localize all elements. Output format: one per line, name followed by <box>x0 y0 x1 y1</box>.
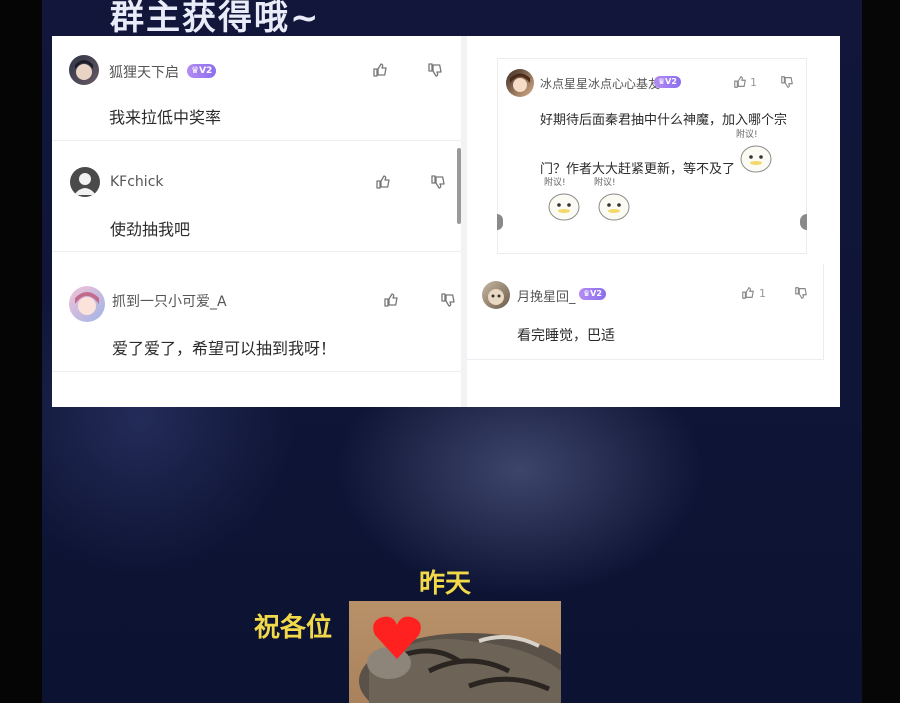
page-title: 群主获得哦~ <box>110 0 321 38</box>
avatar[interactable] <box>506 69 534 97</box>
caption-word-yesterday: 昨天 <box>419 569 472 599</box>
username[interactable]: 月挽星回_ <box>517 286 576 305</box>
sticker: 附议! <box>542 177 588 223</box>
scroll-marker-right <box>800 214 807 230</box>
avatar[interactable] <box>70 167 100 197</box>
username[interactable]: 狐狸天下启 <box>109 62 179 82</box>
thumbs-up-icon[interactable] <box>733 75 747 89</box>
thumbs-up-icon[interactable] <box>383 292 399 308</box>
comment-text: 我来拉低中奖率 <box>109 108 222 127</box>
anime-avatar-icon <box>510 73 530 92</box>
username[interactable]: 抓到一只小可爱_A <box>112 291 227 311</box>
username[interactable]: 冰点星星冰点心心基友 <box>540 75 660 92</box>
thumbs-down-icon[interactable] <box>427 62 443 78</box>
level-badge: ♛V2 <box>654 76 681 88</box>
default-user-icon <box>74 173 96 195</box>
comment-text-line-2: 门？作者大大赶紧更新，等不及了 <box>540 162 736 177</box>
avatar[interactable] <box>69 286 105 322</box>
thumbs-down-icon[interactable] <box>780 75 794 89</box>
anime-avatar-icon <box>75 292 99 315</box>
heart-icon <box>373 616 421 659</box>
avatar[interactable] <box>482 281 510 309</box>
left-border <box>0 0 42 703</box>
thumbs-down-icon[interactable] <box>440 292 456 308</box>
username[interactable]: KFchick <box>110 174 164 190</box>
like-count: 1 <box>750 76 757 89</box>
comment-card: 月挽星回_ ♛V2 1 看完睡觉，巴适 <box>467 264 824 360</box>
sticker: 附议! <box>592 177 638 223</box>
comment-text-line-1: 好期待后面秦君抽中什么神魔，加入哪个宗 <box>540 113 788 128</box>
comment-card: 抓到一只小可爱_A 爱了爱了，希望可以抽到我呀！ <box>52 264 461 372</box>
comment-text: 看完睡觉，巴适 <box>517 328 615 344</box>
thumbs-up-icon[interactable] <box>372 62 388 78</box>
caption-word-greeting: 祝各位 <box>254 613 333 643</box>
comment-card: 冰点星星冰点心心基友 ♛V2 1 好期待后面秦君抽中什么神魔，加入哪个宗 门？作… <box>497 58 807 254</box>
thumbs-down-icon[interactable] <box>794 286 808 300</box>
level-badge: ♛V2 <box>187 64 217 78</box>
thumbs-up-icon[interactable] <box>375 174 391 190</box>
right-border <box>862 0 900 703</box>
comment-card: KFchick 使劲抽我吧 <box>52 148 461 252</box>
comments-screenshot: 狐狸天下启 ♛V2 我来拉低中奖率 KFchick 使劲抽我吧 抓到一只小可爱_… <box>52 36 840 407</box>
comment-card: 狐狸天下启 ♛V2 我来拉低中奖率 <box>52 36 461 141</box>
thumbs-up-icon[interactable] <box>741 286 755 300</box>
cat-photo <box>349 601 561 703</box>
level-badge: ♛V2 <box>579 288 606 300</box>
thumbs-down-icon[interactable] <box>430 174 446 190</box>
scrollbar[interactable] <box>457 148 461 224</box>
comment-text: 爱了爱了，希望可以抽到我呀！ <box>112 339 337 358</box>
like-count: 1 <box>759 287 766 300</box>
comment-text: 使劲抽我吧 <box>110 220 191 239</box>
cat-avatar-icon <box>488 289 504 305</box>
sticker: 附议! <box>734 129 780 175</box>
avatar-face-icon <box>75 60 93 80</box>
avatar[interactable] <box>69 55 99 85</box>
